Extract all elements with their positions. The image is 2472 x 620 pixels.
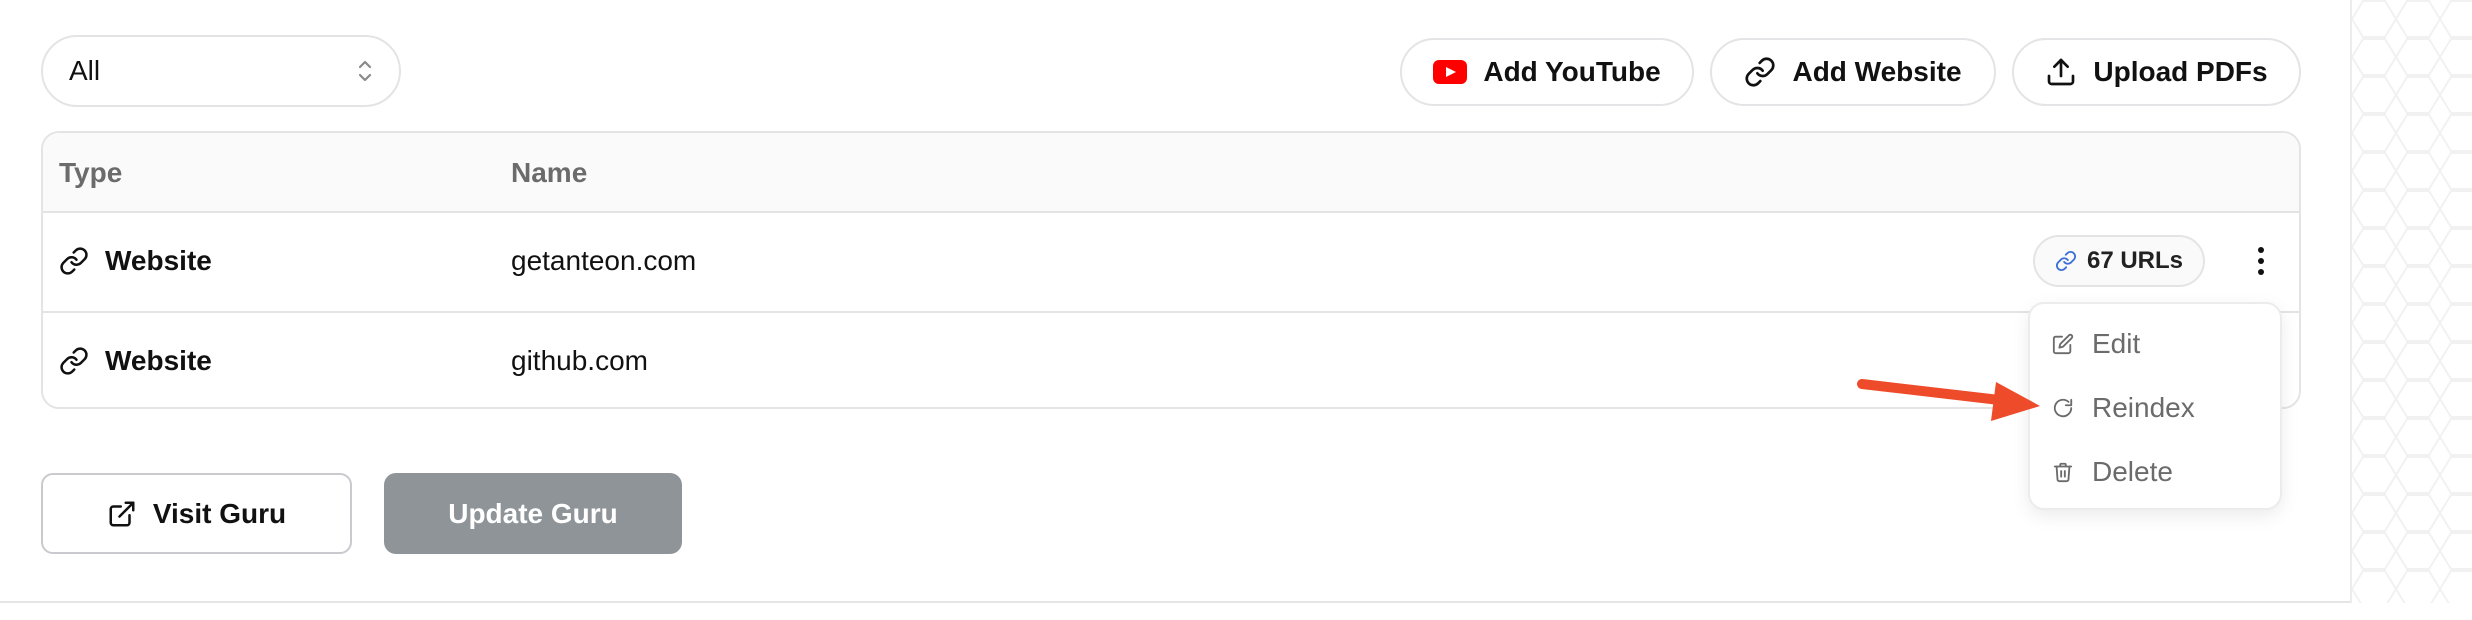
- type-label: Website: [105, 245, 212, 276]
- link-icon: [60, 347, 88, 375]
- menu-item-label: Edit: [2092, 328, 2141, 359]
- youtube-icon: [1433, 60, 1468, 84]
- edit-icon: [2052, 333, 2074, 355]
- type-label: Website: [105, 345, 212, 376]
- menu-item-label: Delete: [2092, 456, 2173, 487]
- add-website-label: Add Website: [1792, 56, 1962, 87]
- chevron-up-down-icon: [357, 58, 373, 84]
- menu-item-delete[interactable]: Delete: [2030, 440, 2280, 504]
- type-cell: Website: [59, 313, 212, 407]
- bottom-strip: [0, 603, 2472, 620]
- source-name: github.com: [511, 345, 648, 376]
- link-icon: [1745, 57, 1775, 87]
- trash-icon: [2053, 462, 2073, 483]
- visit-guru-button[interactable]: Visit Guru: [41, 473, 352, 554]
- column-header-type: Type: [59, 157, 123, 188]
- type-filter-select[interactable]: All: [41, 35, 401, 107]
- menu-item-label: Reindex: [2092, 392, 2195, 423]
- update-guru-button[interactable]: Update Guru: [384, 473, 682, 554]
- add-youtube-button[interactable]: Add YouTube: [1400, 38, 1694, 106]
- external-link-icon: [109, 501, 135, 526]
- sources-table: Type Name Website getanteon.com 67 URLs …: [41, 131, 2301, 409]
- table-row: Website github.com: [43, 311, 2299, 407]
- link-icon: [2055, 250, 2076, 272]
- row-actions-menu: Edit Reindex Delete: [2028, 302, 2282, 510]
- link-icon: [60, 247, 88, 275]
- url-count-badge[interactable]: 67 URLs: [2033, 235, 2205, 287]
- refresh-icon: [2053, 398, 2073, 418]
- add-website-button[interactable]: Add Website: [1710, 38, 1996, 106]
- sources-panel: All Add YouTube Add Website Upload PDFs …: [0, 0, 2350, 603]
- column-header-name: Name: [511, 157, 588, 188]
- type-cell: Website: [59, 213, 212, 309]
- upload-pdfs-button[interactable]: Upload PDFs: [2012, 38, 2301, 106]
- background-pattern: [2350, 0, 2472, 603]
- add-youtube-label: Add YouTube: [1483, 56, 1661, 87]
- menu-item-edit[interactable]: Edit: [2030, 312, 2280, 376]
- upload-pdfs-label: Upload PDFs: [2093, 56, 2268, 87]
- source-name: getanteon.com: [511, 245, 697, 276]
- menu-item-reindex[interactable]: Reindex: [2030, 376, 2280, 440]
- type-filter-value: All: [69, 55, 101, 86]
- url-count-label: 67 URLs: [2086, 247, 2184, 274]
- table-row: Website getanteon.com 67 URLs: [43, 213, 2299, 311]
- visit-guru-label: Visit Guru: [152, 497, 287, 529]
- more-vertical-icon[interactable]: [2241, 239, 2281, 283]
- update-guru-label: Update Guru: [448, 497, 618, 529]
- upload-icon: [2048, 58, 2075, 86]
- table-header: Type Name: [43, 133, 2299, 213]
